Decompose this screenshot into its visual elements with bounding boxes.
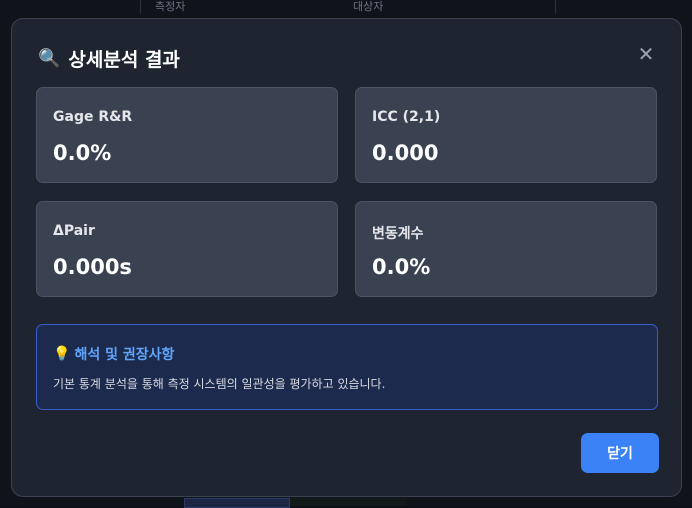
stat-label: ICC (2,1) xyxy=(372,109,441,125)
dialog-title-text: 상세분석 결과 xyxy=(68,49,180,71)
background-table-header: 측정자 대상자 xyxy=(140,0,556,14)
interpretation-title: 💡 해석 및 권장사항 xyxy=(53,344,174,364)
stat-card-gage-rr: Gage R&R 0.0% xyxy=(36,87,338,183)
background-cell xyxy=(290,498,406,506)
column-header-subject: 대상자 xyxy=(353,0,384,13)
magnifier-icon: 🔍 xyxy=(38,47,61,69)
analysis-result-dialog: 🔍 상세분석 결과 ✕ Gage R&R 0.0% ICC (2,1) 0.00… xyxy=(11,18,682,497)
stat-value: 0.0% xyxy=(53,141,112,165)
dialog-title: 🔍 상세분석 결과 xyxy=(38,45,180,72)
close-button[interactable]: 닫기 xyxy=(581,433,659,473)
interpretation-text: 기본 통계 분석을 통해 측정 시스템의 일관성을 평가하고 있습니다. xyxy=(53,377,386,391)
close-icon[interactable]: ✕ xyxy=(635,42,657,66)
stat-value: 0.000s xyxy=(53,255,132,279)
column-header-measurer: 측정자 xyxy=(155,0,186,13)
lightbulb-icon: 💡 xyxy=(53,346,71,362)
stat-value: 0.000 xyxy=(372,141,439,165)
interpretation-title-text: 해석 및 권장사항 xyxy=(74,347,175,363)
stat-card-coefficient-of-variation: 변동계수 0.0% xyxy=(355,201,657,297)
stat-label: Gage R&R xyxy=(53,109,133,125)
interpretation-box: 💡 해석 및 권장사항 기본 통계 분석을 통해 측정 시스템의 일관성을 평가… xyxy=(36,324,658,410)
stat-label: ΔPair xyxy=(53,223,95,239)
stat-value: 0.0% xyxy=(372,255,431,279)
stat-card-icc: ICC (2,1) 0.000 xyxy=(355,87,657,183)
stat-label: 변동계수 xyxy=(372,226,424,242)
background-cell xyxy=(184,498,290,508)
stat-card-delta-pair: ΔPair 0.000s xyxy=(36,201,338,297)
